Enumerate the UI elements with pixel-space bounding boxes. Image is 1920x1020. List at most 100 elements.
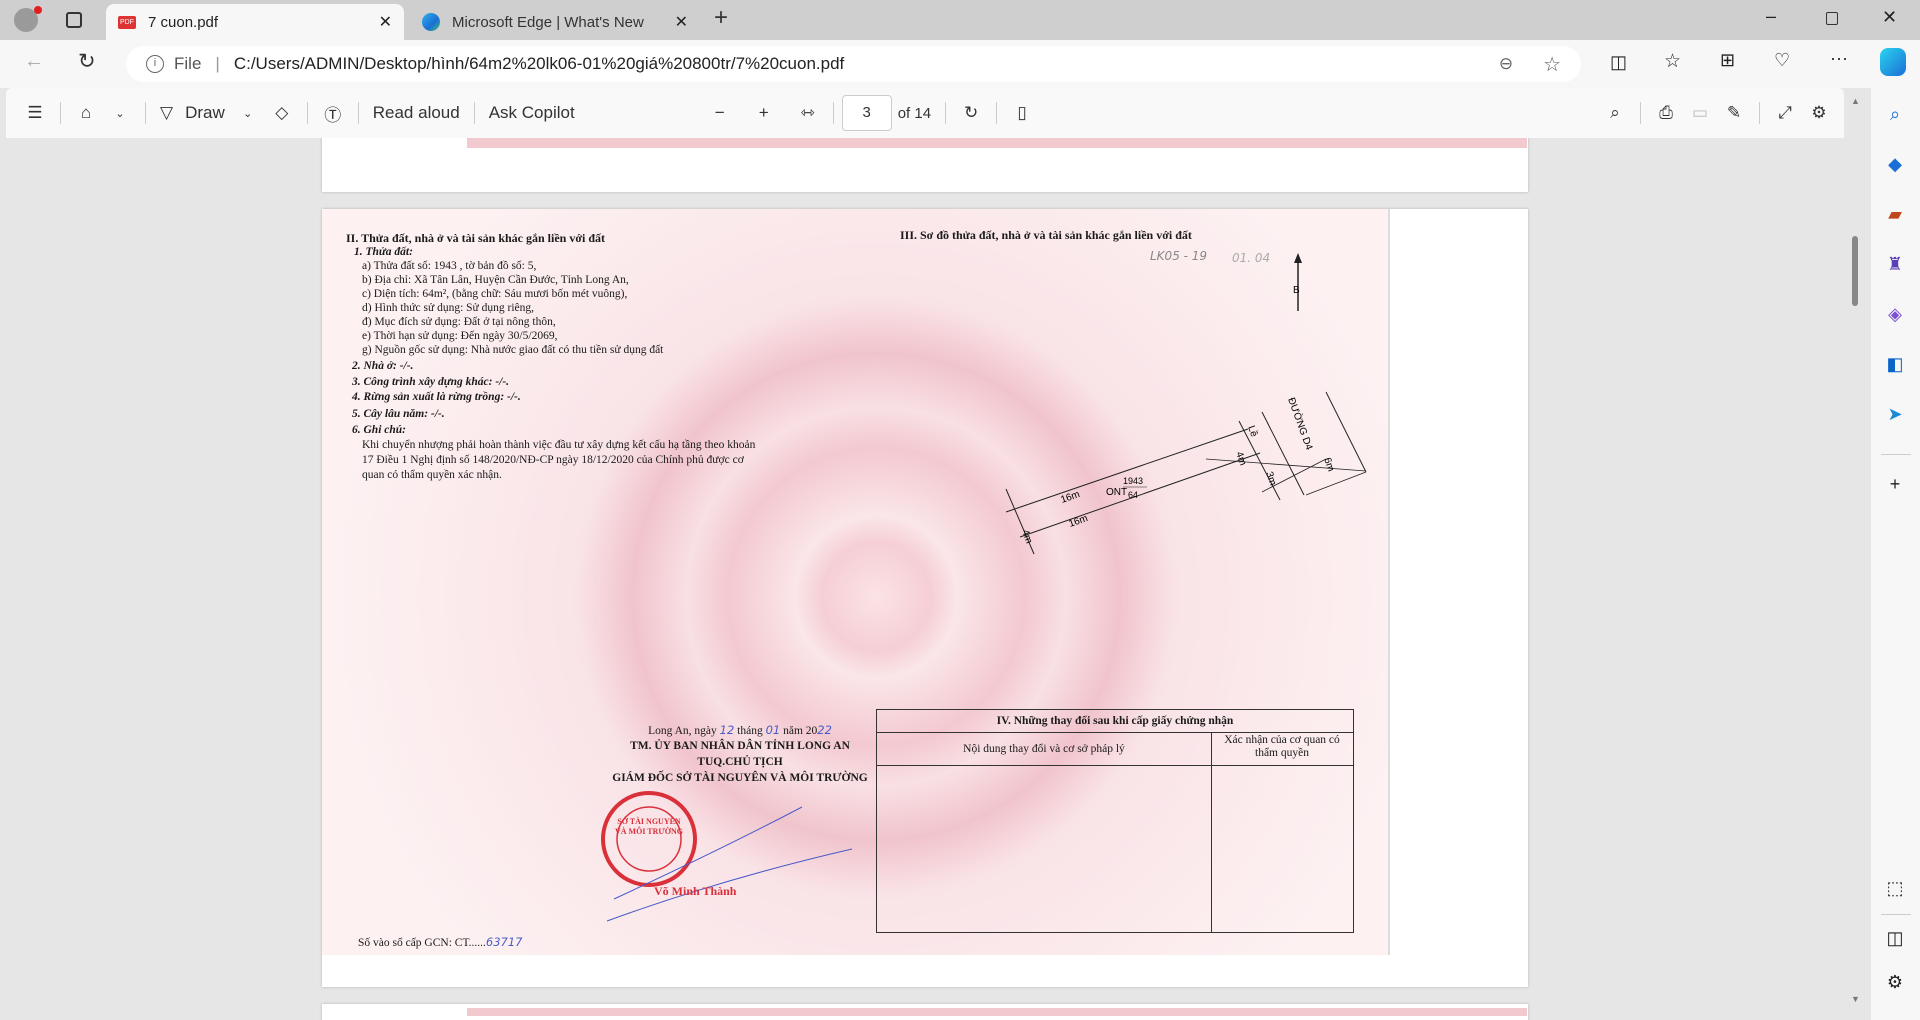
land-use: ONT	[1106, 487, 1127, 498]
shopping-icon[interactable]: ◆	[1881, 150, 1909, 178]
dim-line	[1305, 471, 1367, 496]
page-view-icon[interactable]: ▯	[1005, 96, 1039, 130]
back-button[interactable]: ←	[24, 50, 44, 73]
scheme-label: File	[174, 54, 202, 73]
signing-date: Long An, ngày 12 tháng 01 năm 2022	[610, 723, 870, 738]
width-top: 4m	[1233, 450, 1248, 467]
fit-width-icon[interactable]: ⇿	[791, 96, 825, 130]
outlook-icon[interactable]: ◧	[1881, 350, 1909, 378]
pdf-page-3: II. Thửa đất, nhà ở và tài sản khác gắn …	[322, 209, 1528, 987]
favorites-icon[interactable]: ☆	[1664, 50, 1681, 73]
tab-title: Microsoft Edge | What's New	[452, 13, 644, 31]
signer-name: Võ Minh Thành	[654, 884, 737, 898]
microsoft-365-icon[interactable]: ◈	[1881, 300, 1909, 328]
len-top: 16m	[1059, 489, 1081, 506]
draw-icon: ▽	[160, 103, 174, 122]
contents-icon[interactable]: ☰	[18, 96, 52, 130]
pdf-viewer: II. Thửa đất, nhà ở và tài sản khác gắn …	[0, 138, 1845, 1020]
date-year: 22	[817, 723, 832, 737]
copilot-icon[interactable]	[1880, 48, 1906, 76]
ask-copilot-button[interactable]: Ask Copilot	[483, 96, 581, 130]
pdf-page-previous	[322, 138, 1528, 192]
tab-title: 7 cuon.pdf	[148, 13, 219, 31]
certificate-scan: II. Thửa đất, nhà ở và tài sản khác gắn …	[322, 209, 1390, 955]
url-text: C:/Users/ADMIN/Desktop/hình/64m2%20lk06-…	[233, 54, 845, 73]
highlight-icon[interactable]: ⌂	[69, 96, 103, 130]
favorite-star-icon[interactable]: ☆	[1543, 52, 1561, 77]
date-day: 12	[719, 723, 735, 737]
road-width: 6m	[1321, 456, 1336, 473]
sidebar-settings-icon[interactable]: ⚙	[1881, 968, 1909, 996]
signing-role: TUQ.CHỦ TỊCH	[697, 756, 783, 768]
tab-pdf[interactable]: PDF 7 cuon.pdf ✕	[106, 4, 404, 40]
scroll-down-arrow[interactable]: ▼	[1851, 994, 1860, 1004]
read-aloud-button[interactable]: Read aloud	[367, 96, 466, 130]
split-screen-icon[interactable]: ◫	[1610, 52, 1627, 73]
scroll-up-arrow[interactable]: ▲	[1851, 96, 1860, 106]
tab-bar: PDF 7 cuon.pdf ✕ Microsoft Edge | What's…	[0, 0, 1920, 40]
edge-sidebar: ⌕ ◆ ▰ ♜ ◈ ◧ ➤ + ⬚ ◫ ⚙	[1871, 88, 1920, 1020]
rotate-icon[interactable]: ↻	[954, 96, 988, 130]
chevron-down-icon[interactable]: ⌄	[103, 96, 137, 130]
hide-sidebar-icon[interactable]: ◫	[1881, 924, 1909, 952]
page-total: of 14	[897, 104, 932, 122]
more-menu-icon[interactable]: ···	[1830, 48, 1848, 69]
stamp-text: SỞ TÀI NGUYÊN VÀ MÔI TRƯỜNG	[615, 817, 683, 836]
registry-label: Số vào sổ cấp GCN: CT......	[358, 937, 486, 949]
month-label: tháng	[737, 725, 763, 737]
send-icon[interactable]: ➤	[1881, 400, 1909, 428]
new-tab-button[interactable]: +	[714, 4, 728, 32]
zoom-in-button[interactable]: +	[747, 96, 781, 130]
close-window-button[interactable]: ✕	[1882, 7, 1897, 28]
url-field[interactable]: i File | C:/Users/ADMIN/Desktop/hình/64m…	[126, 46, 1581, 82]
collections-icon[interactable]: ⊞	[1720, 50, 1735, 71]
scrollbar-thumb[interactable]	[1852, 236, 1858, 306]
text-box-icon[interactable]: Ⓣ	[316, 96, 350, 130]
page-image-fragment	[467, 1008, 1527, 1016]
chevron-down-icon[interactable]: ⌄	[231, 96, 265, 130]
screenshot-icon[interactable]: ⬚	[1881, 874, 1909, 902]
width-bottom: 4m	[1019, 528, 1034, 545]
parcel-number: 1943	[1123, 476, 1143, 486]
len-bottom: 16m	[1067, 513, 1089, 530]
close-tab-icon[interactable]: ✕	[379, 12, 392, 32]
games-icon[interactable]: ♜	[1881, 250, 1909, 278]
print-icon[interactable]: ⎙	[1649, 96, 1683, 130]
col-header-content: Nội dung thay đổi và cơ sở pháp lý	[963, 743, 1125, 755]
minimize-button[interactable]: –	[1766, 6, 1776, 27]
pdf-icon: PDF	[118, 15, 136, 29]
restore-button[interactable]	[1826, 12, 1838, 25]
search-icon[interactable]: ⌕	[1598, 96, 1632, 130]
pdf-toolbar: ☰ ⌂ ⌄ ▽ Draw ⌄ ◇ Ⓣ Read aloud Ask Copilot…	[6, 88, 1844, 138]
close-tab-icon[interactable]: ✕	[675, 12, 688, 32]
settings-icon[interactable]: ⚙	[1802, 96, 1836, 130]
page-number-input[interactable]: 3	[841, 95, 892, 131]
tab-actions-icon[interactable]	[66, 12, 82, 28]
registry-number: Số vào sổ cấp GCN: CT......63717	[358, 935, 522, 950]
date-prefix: Long An, ngày	[648, 725, 717, 737]
notification-dot	[34, 6, 42, 14]
north-label: B	[1293, 285, 1300, 296]
save-as-icon[interactable]: ✎	[1717, 96, 1751, 130]
spacer	[1254, 429, 1326, 459]
search-icon[interactable]: ⌕	[1881, 100, 1909, 128]
zoom-out-button[interactable]: −	[703, 96, 737, 130]
tab-edge-whats-new[interactable]: Microsoft Edge | What's New ✕	[410, 4, 700, 40]
zoom-out-icon[interactable]: ⊖	[1499, 54, 1513, 74]
section-4-title: IV. Những thay đổi sau khi cấp giấy chứn…	[996, 715, 1234, 727]
changes-table: IV. Những thay đổi sau khi cấp giấy chứn…	[876, 709, 1354, 933]
browser-essentials-icon[interactable]: ♡	[1774, 50, 1790, 71]
save-icon[interactable]: ▭	[1683, 96, 1717, 130]
tools-icon[interactable]: ▰	[1881, 200, 1909, 228]
divider: |	[215, 54, 220, 73]
add-icon[interactable]: +	[1881, 470, 1909, 498]
north-arrow-head	[1294, 253, 1302, 263]
draw-button[interactable]: ▽ Draw	[154, 96, 231, 130]
eraser-icon[interactable]: ◇	[265, 96, 299, 130]
date-month: 01	[765, 723, 781, 737]
refresh-button[interactable]: ↻	[78, 49, 96, 74]
address-bar-row: ← ↻ i File | C:/Users/ADMIN/Desktop/hình…	[0, 40, 1920, 88]
vertical-scrollbar[interactable]: ▲ ▼	[1847, 96, 1863, 1016]
fullscreen-icon[interactable]: ⤢	[1768, 96, 1802, 130]
info-icon[interactable]: i	[146, 55, 164, 73]
